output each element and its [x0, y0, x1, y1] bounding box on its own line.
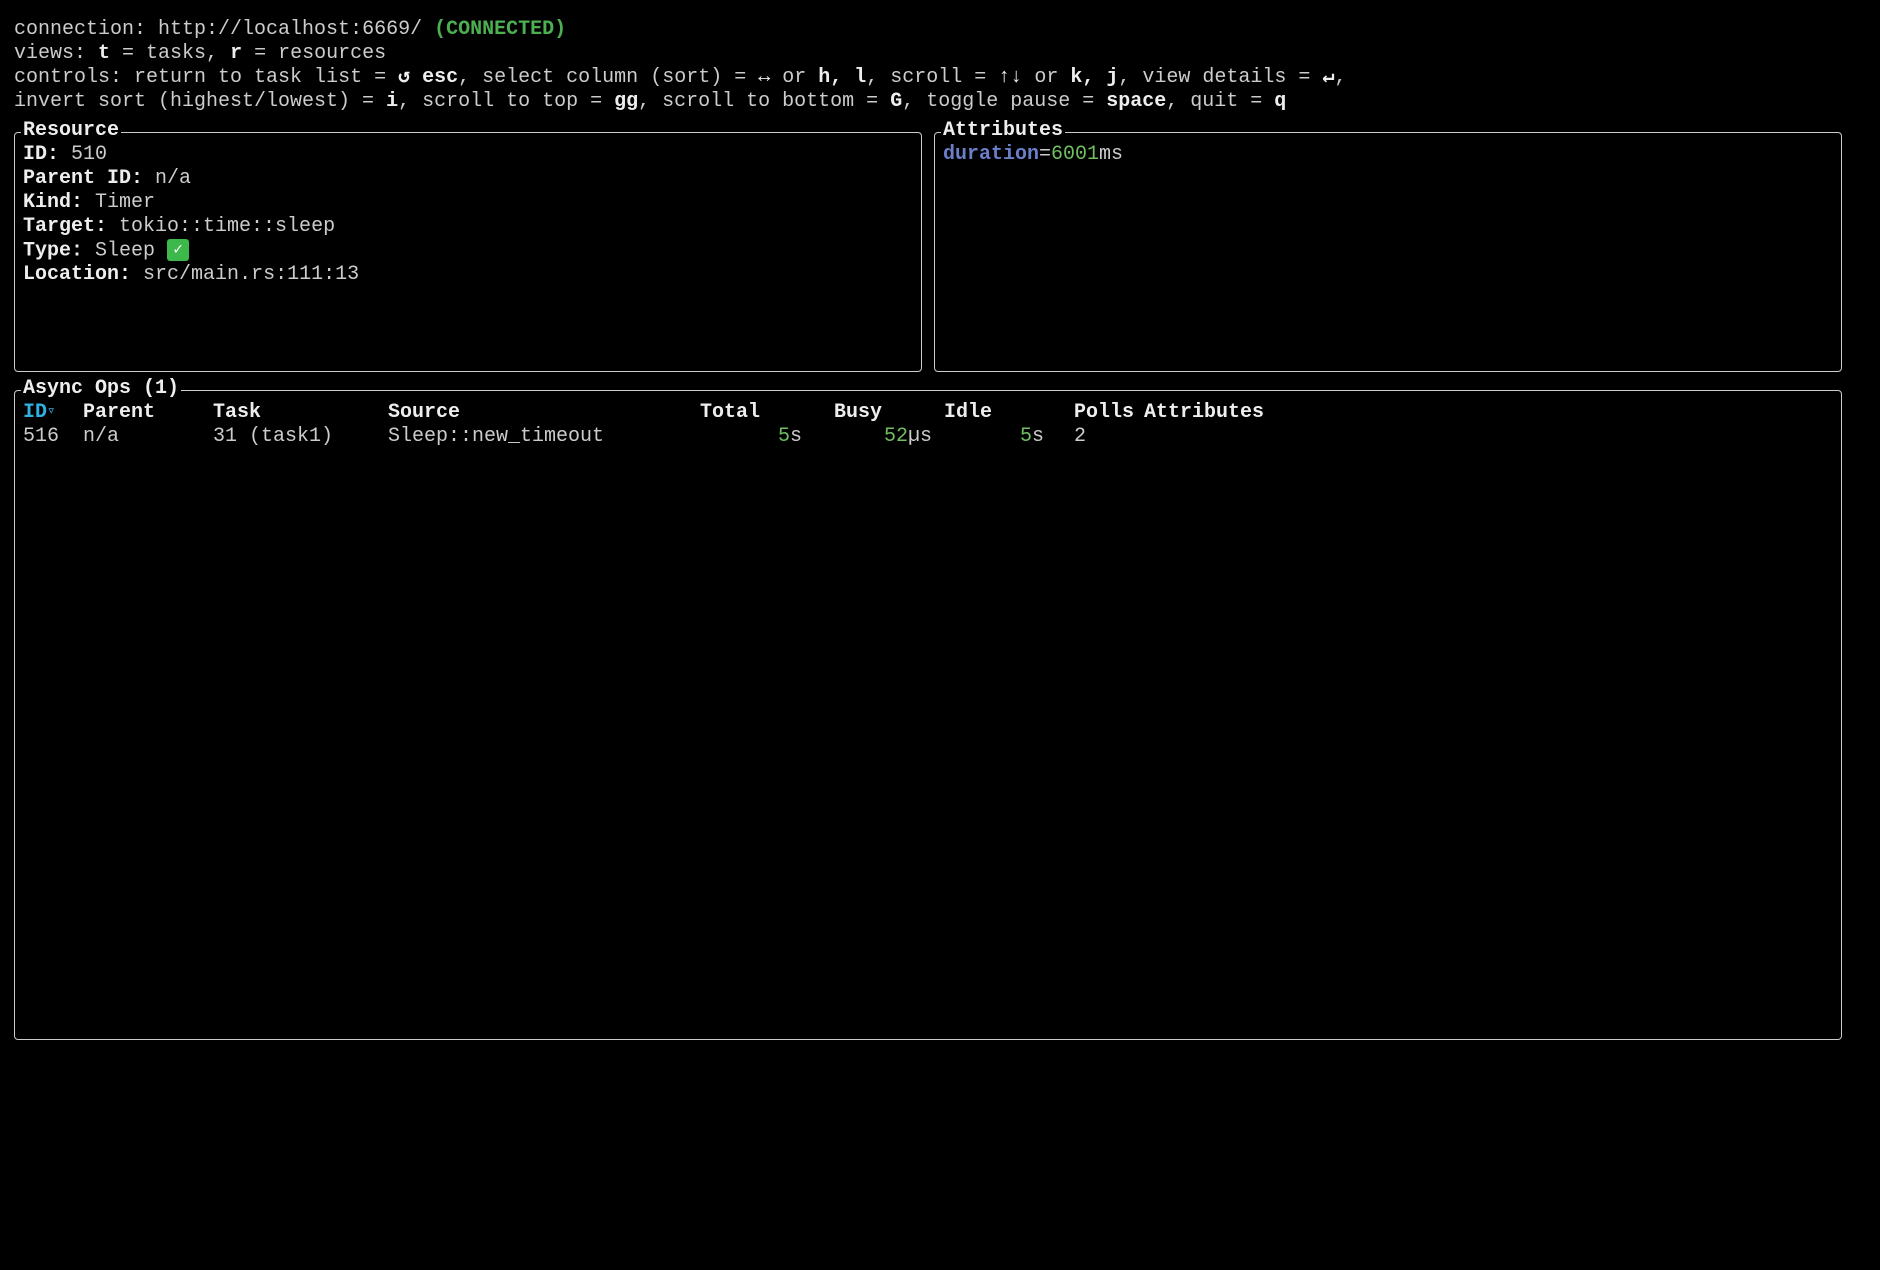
gg-key: gg [614, 90, 638, 113]
attribute-duration-line: duration=6001ms [943, 143, 1833, 167]
controls-view: , view details = [1118, 66, 1322, 89]
cell-idle: 5s [932, 425, 1044, 449]
attr-unit: ms [1099, 143, 1123, 166]
id-sort-label: ID [23, 401, 47, 424]
resource-id-line: ID: 510 [23, 143, 913, 167]
col-idle-header[interactable]: Idle [932, 401, 1044, 425]
type-value: Sleep [95, 239, 155, 262]
col-source-header[interactable]: Source [388, 401, 692, 425]
location-label: Location: [23, 263, 131, 286]
target-label: Target: [23, 215, 107, 238]
attr-value: 6001 [1051, 143, 1099, 166]
controls-return: return to task list = [134, 66, 398, 89]
resource-location-line: Location: src/main.rs:111:13 [23, 263, 913, 287]
views-r-desc: = resources [242, 42, 386, 65]
resource-target-line: Target: tokio::time::sleep [23, 215, 913, 239]
table-header-row: ID▿ Parent Task Source Total Busy Idle P… [23, 401, 1833, 425]
target-value: tokio::time::sleep [119, 215, 335, 238]
parent-label: Parent ID: [23, 167, 143, 190]
connection-status: (CONNECTED) [434, 18, 566, 41]
cell-task: 31 (task1) [213, 425, 388, 449]
controls-invert: invert sort (highest/lowest) = [14, 90, 386, 113]
cell-id: 516 [23, 425, 83, 449]
attr-eq: = [1039, 143, 1051, 166]
resource-parent-line: Parent ID: n/a [23, 167, 913, 191]
type-label: Type: [23, 239, 83, 262]
location-value: src/main.rs:111:13 [143, 263, 359, 286]
controls-label: controls: [14, 66, 134, 89]
col-busy-header[interactable]: Busy [802, 401, 932, 425]
hl-keys: h, l [818, 66, 866, 89]
resource-panel: Resource ID: 510 Parent ID: n/a Kind: Ti… [14, 132, 922, 372]
views-t-desc: = tasks, [110, 42, 230, 65]
cell-total: 5s [692, 425, 802, 449]
views-r-key: r [230, 42, 242, 65]
col-task-header[interactable]: Task [213, 401, 388, 425]
controls-line-2: invert sort (highest/lowest) = i, scroll… [14, 90, 1866, 114]
async-ops-table: ID▿ Parent Task Source Total Busy Idle P… [23, 401, 1833, 449]
views-line: views: t = tasks, r = resources [14, 42, 1866, 66]
id-value: 510 [71, 143, 107, 166]
comma: , [1334, 66, 1346, 89]
controls-line-1: controls: return to task list = ↺ esc, s… [14, 66, 1866, 90]
cell-busy: 52µs [802, 425, 932, 449]
resource-panel-title: Resource [21, 119, 121, 143]
controls-bottom: , scroll to bottom = [638, 90, 890, 113]
attr-key: duration [943, 143, 1039, 166]
controls-top: , scroll to top = [398, 90, 614, 113]
cell-attrs [1144, 425, 1833, 449]
connection-label: connection: [14, 18, 158, 41]
connection-url: http://localhost:6669/ [158, 18, 422, 41]
col-polls-header[interactable]: Polls [1044, 401, 1144, 425]
resource-kind-line: Kind: Timer [23, 191, 913, 215]
col-attrs-header[interactable]: Attributes [1144, 401, 1833, 425]
kj-keys: k, j [1070, 66, 1118, 89]
col-id-header[interactable]: ID▿ [23, 401, 83, 425]
col-total-header[interactable]: Total [692, 401, 802, 425]
i-key: i [386, 90, 398, 113]
views-label: views: [14, 42, 98, 65]
resource-type-line: Type: Sleep ✓ [23, 239, 913, 263]
kind-label: Kind: [23, 191, 83, 214]
return-icon: ↺ [398, 66, 410, 90]
or2: or [1022, 66, 1070, 89]
parent-value: n/a [155, 167, 191, 190]
left-right-icon: ↔ [758, 66, 770, 90]
controls-quit: , quit = [1166, 90, 1274, 113]
connection-line: connection: http://localhost:6669/ (CONN… [14, 18, 1866, 42]
async-ops-panel: Async Ops (1) ID▿ Parent Task Source Tot… [14, 390, 1842, 1040]
table-row[interactable]: 516 n/a 31 (task1) Sleep::new_timeout 5s… [23, 425, 1833, 449]
controls-pause: , toggle pause = [902, 90, 1106, 113]
check-icon: ✓ [167, 239, 189, 261]
cell-polls: 2 [1044, 425, 1144, 449]
col-parent-header[interactable]: Parent [83, 401, 213, 425]
g-key: G [890, 90, 902, 113]
controls-scroll: , scroll = [866, 66, 998, 89]
id-label: ID: [23, 143, 59, 166]
async-ops-panel-title: Async Ops (1) [21, 377, 181, 401]
attributes-panel: Attributes duration=6001ms [934, 132, 1842, 372]
space-key: space [1106, 90, 1166, 113]
cell-source: Sleep::new_timeout [388, 425, 692, 449]
enter-icon: ↵ [1322, 66, 1334, 90]
q-key: q [1274, 90, 1286, 113]
kind-value: Timer [95, 191, 155, 214]
panels-row: Resource ID: 510 Parent ID: n/a Kind: Ti… [14, 122, 1866, 372]
views-t-key: t [98, 42, 110, 65]
controls-sort: , select column (sort) = [458, 66, 758, 89]
esc-key: esc [422, 66, 458, 89]
sort-descending-icon: ▿ [47, 403, 55, 419]
cell-parent: n/a [83, 425, 213, 449]
attributes-panel-title: Attributes [941, 119, 1065, 143]
up-down-icon: ↑↓ [998, 66, 1022, 90]
or1: or [770, 66, 818, 89]
